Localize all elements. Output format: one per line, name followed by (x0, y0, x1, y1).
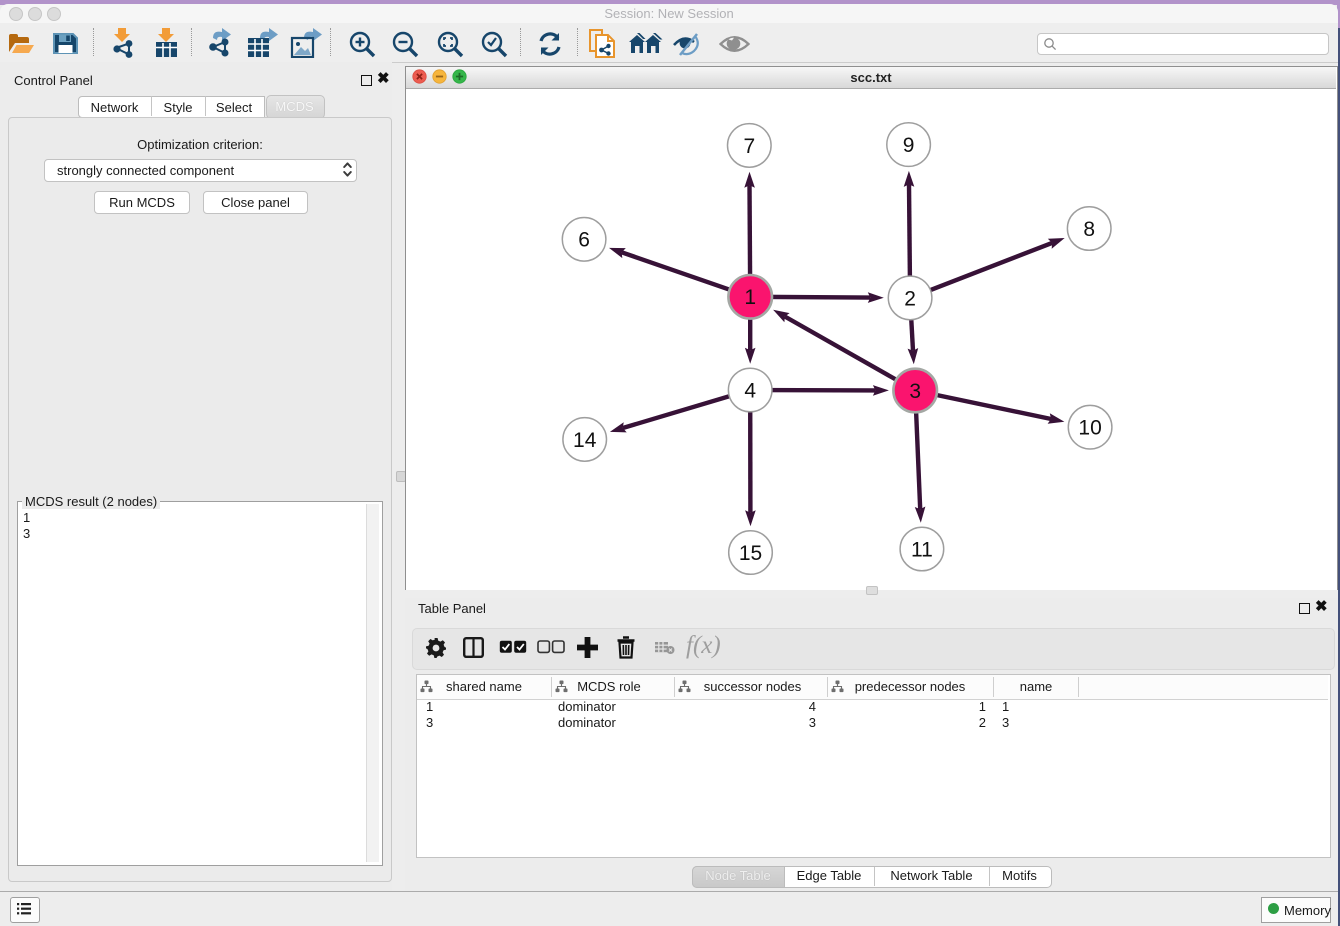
svg-text:15: 15 (739, 542, 762, 565)
svg-text:4: 4 (744, 379, 756, 402)
svg-text:6: 6 (578, 229, 590, 252)
svg-text:11: 11 (911, 538, 933, 561)
svg-text:2: 2 (904, 287, 916, 310)
svg-text:14: 14 (573, 429, 597, 452)
svg-text:3: 3 (909, 380, 921, 403)
svg-text:7: 7 (743, 135, 755, 158)
svg-text:8: 8 (1083, 218, 1095, 241)
svg-text:9: 9 (903, 134, 915, 157)
svg-text:10: 10 (1078, 417, 1101, 440)
svg-text:1: 1 (744, 286, 756, 309)
